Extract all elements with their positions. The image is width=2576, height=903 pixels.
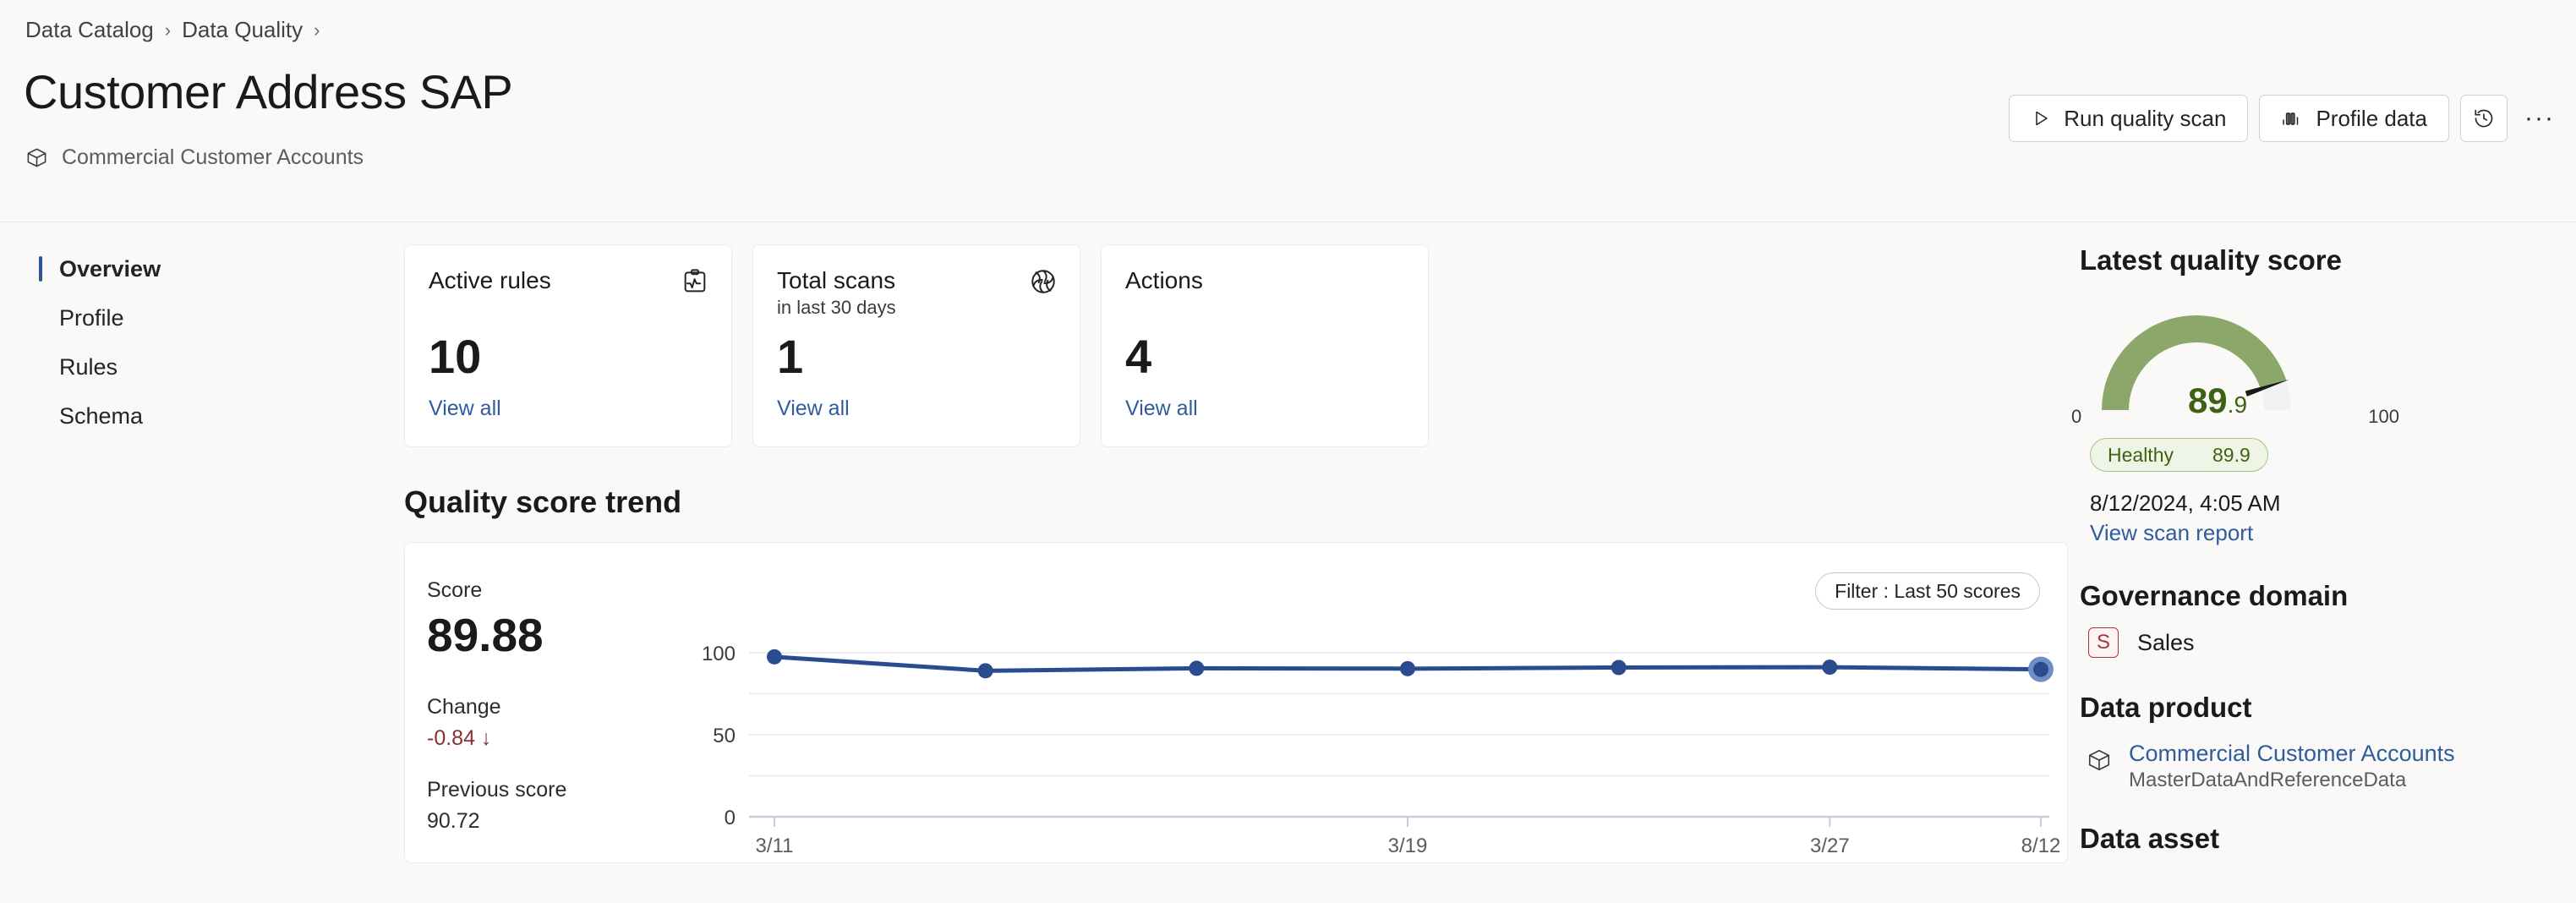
- clipboard-pulse-icon: [681, 267, 709, 300]
- last-scan-date: 8/12/2024, 4:05 AM: [2090, 490, 2281, 516]
- history-icon: [2473, 107, 2495, 129]
- play-icon: [2031, 108, 2051, 129]
- data-asset-section: Data asset: [2080, 823, 2576, 855]
- gauge-value-whole: 89: [2187, 380, 2228, 420]
- stat-card-title: Active rules: [429, 267, 551, 293]
- data-product-subtitle: MasterDataAndReferenceData: [2129, 769, 2407, 791]
- sidebar-item-profile[interactable]: Profile: [0, 293, 194, 342]
- trend-section-title: Quality score trend: [404, 484, 682, 519]
- svg-text:100: 100: [702, 643, 736, 665]
- gauge-value: 89.9: [2087, 380, 2349, 421]
- stat-card-title: Total scans: [777, 267, 896, 293]
- aperture-scan-icon: [1029, 267, 1058, 300]
- profile-data-button[interactable]: Profile data: [2259, 95, 2449, 142]
- view-all-link[interactable]: View all: [429, 397, 501, 421]
- governance-domain-section: Governance domain S Sales: [2080, 580, 2576, 658]
- page-body: Overview Profile Rules Schema Active rul…: [0, 222, 2576, 903]
- stat-card-value: 10: [429, 330, 482, 383]
- data-product-row[interactable]: Commercial Customer Accounts MasterDataA…: [2087, 741, 2576, 792]
- stat-card-active-rules[interactable]: Active rules 10 View all: [404, 244, 732, 447]
- package-icon: [2087, 747, 2112, 777]
- stat-card-actions[interactable]: Actions 4 View all: [1101, 244, 1429, 447]
- domain-initial-badge: S: [2088, 627, 2119, 658]
- breadcrumb-item-data-quality[interactable]: Data Quality: [182, 17, 303, 43]
- page-subtitle: Commercial Customer Accounts: [25, 145, 364, 170]
- stat-card-value: 4: [1125, 330, 1152, 383]
- run-quality-scan-button[interactable]: Run quality scan: [2009, 95, 2249, 142]
- stat-cards-row: Active rules 10 View all Total scans in …: [194, 222, 2080, 447]
- bar-chart-icon: [2281, 108, 2303, 129]
- sidebar-item-label: Overview: [59, 255, 161, 282]
- svg-text:3/27: 3/27: [1810, 835, 1850, 857]
- header-actions: Run quality scan Profile data ···: [2009, 95, 2561, 142]
- data-product-heading: Data product: [2080, 692, 2252, 723]
- status-badge-label: Healthy: [2108, 443, 2174, 466]
- svg-text:0: 0: [725, 807, 736, 829]
- chevron-right-icon: ›: [314, 19, 320, 41]
- left-navigation: Overview Profile Rules Schema: [0, 244, 194, 441]
- data-asset-heading: Data asset: [2080, 823, 2220, 854]
- view-all-link[interactable]: View all: [1125, 397, 1198, 421]
- details-rail: Latest quality score 0 100 89.9 Healthy …: [2071, 222, 2576, 855]
- stat-card-total-scans[interactable]: Total scans in last 30 days 1 View all: [752, 244, 1080, 447]
- gauge-max-label: 100: [2368, 406, 2399, 427]
- view-scan-report-link[interactable]: View scan report: [2090, 520, 2576, 546]
- svg-text:50: 50: [713, 725, 736, 747]
- page-title: Customer Address SAP: [24, 65, 513, 118]
- status-badge-score: 89.9: [2212, 443, 2251, 466]
- svg-text:3/11: 3/11: [756, 835, 794, 857]
- status-badge: Healthy 89.9: [2090, 438, 2268, 472]
- quality-trend-chart[interactable]: 0 50 100 3/11 3/19 3/27 8/12: [405, 543, 2067, 862]
- svg-text:3/19: 3/19: [1388, 835, 1428, 857]
- svg-text:8/12: 8/12: [2021, 835, 2061, 857]
- governance-domain-heading: Governance domain: [2080, 580, 2349, 611]
- run-quality-scan-label: Run quality scan: [2064, 105, 2227, 131]
- gauge-min-label: 0: [2071, 406, 2082, 427]
- latest-quality-score-heading: Latest quality score: [2080, 244, 2342, 276]
- stat-card-title: Actions: [1125, 267, 1203, 293]
- scan-history-button[interactable]: [2460, 95, 2508, 142]
- stat-card-value: 1: [777, 330, 804, 383]
- governance-domain-row[interactable]: S Sales: [2088, 627, 2576, 658]
- sidebar-item-schema[interactable]: Schema: [0, 391, 194, 441]
- sidebar-item-overview[interactable]: Overview: [0, 244, 194, 293]
- data-product-link[interactable]: Commercial Customer Accounts: [2129, 741, 2455, 767]
- sidebar-item-label: Rules: [59, 353, 118, 380]
- page-header: Data Catalog › Data Quality › Customer A…: [0, 0, 2576, 222]
- profile-data-label: Profile data: [2316, 105, 2427, 131]
- quality-trend-card: Filter : Last 50 scores Score 89.88 Chan…: [404, 542, 2068, 863]
- sidebar-item-label: Schema: [59, 402, 144, 429]
- main-content: Active rules 10 View all Total scans in …: [194, 222, 2080, 863]
- quality-score-gauge: 0 100 89.9: [2071, 310, 2399, 427]
- breadcrumb: Data Catalog › Data Quality ›: [25, 17, 320, 43]
- gauge-value-fraction: .9: [2227, 391, 2248, 418]
- chevron-right-icon: ›: [164, 19, 172, 41]
- sidebar-item-rules[interactable]: Rules: [0, 342, 194, 391]
- governance-domain-name: Sales: [2137, 629, 2195, 655]
- more-options-button[interactable]: ···: [2519, 95, 2561, 142]
- data-product-section: Data product Commercial Customer Account…: [2080, 692, 2576, 792]
- package-icon: [25, 146, 48, 169]
- view-all-link[interactable]: View all: [777, 397, 850, 421]
- trend-svg: 0 50 100 3/11 3/19 3/27 8/12: [702, 643, 2061, 857]
- sidebar-item-label: Profile: [59, 304, 124, 331]
- stat-card-subtitle: in last 30 days: [777, 297, 896, 318]
- breadcrumb-item-data-catalog[interactable]: Data Catalog: [25, 17, 154, 43]
- page-subtitle-label: Commercial Customer Accounts: [62, 145, 364, 169]
